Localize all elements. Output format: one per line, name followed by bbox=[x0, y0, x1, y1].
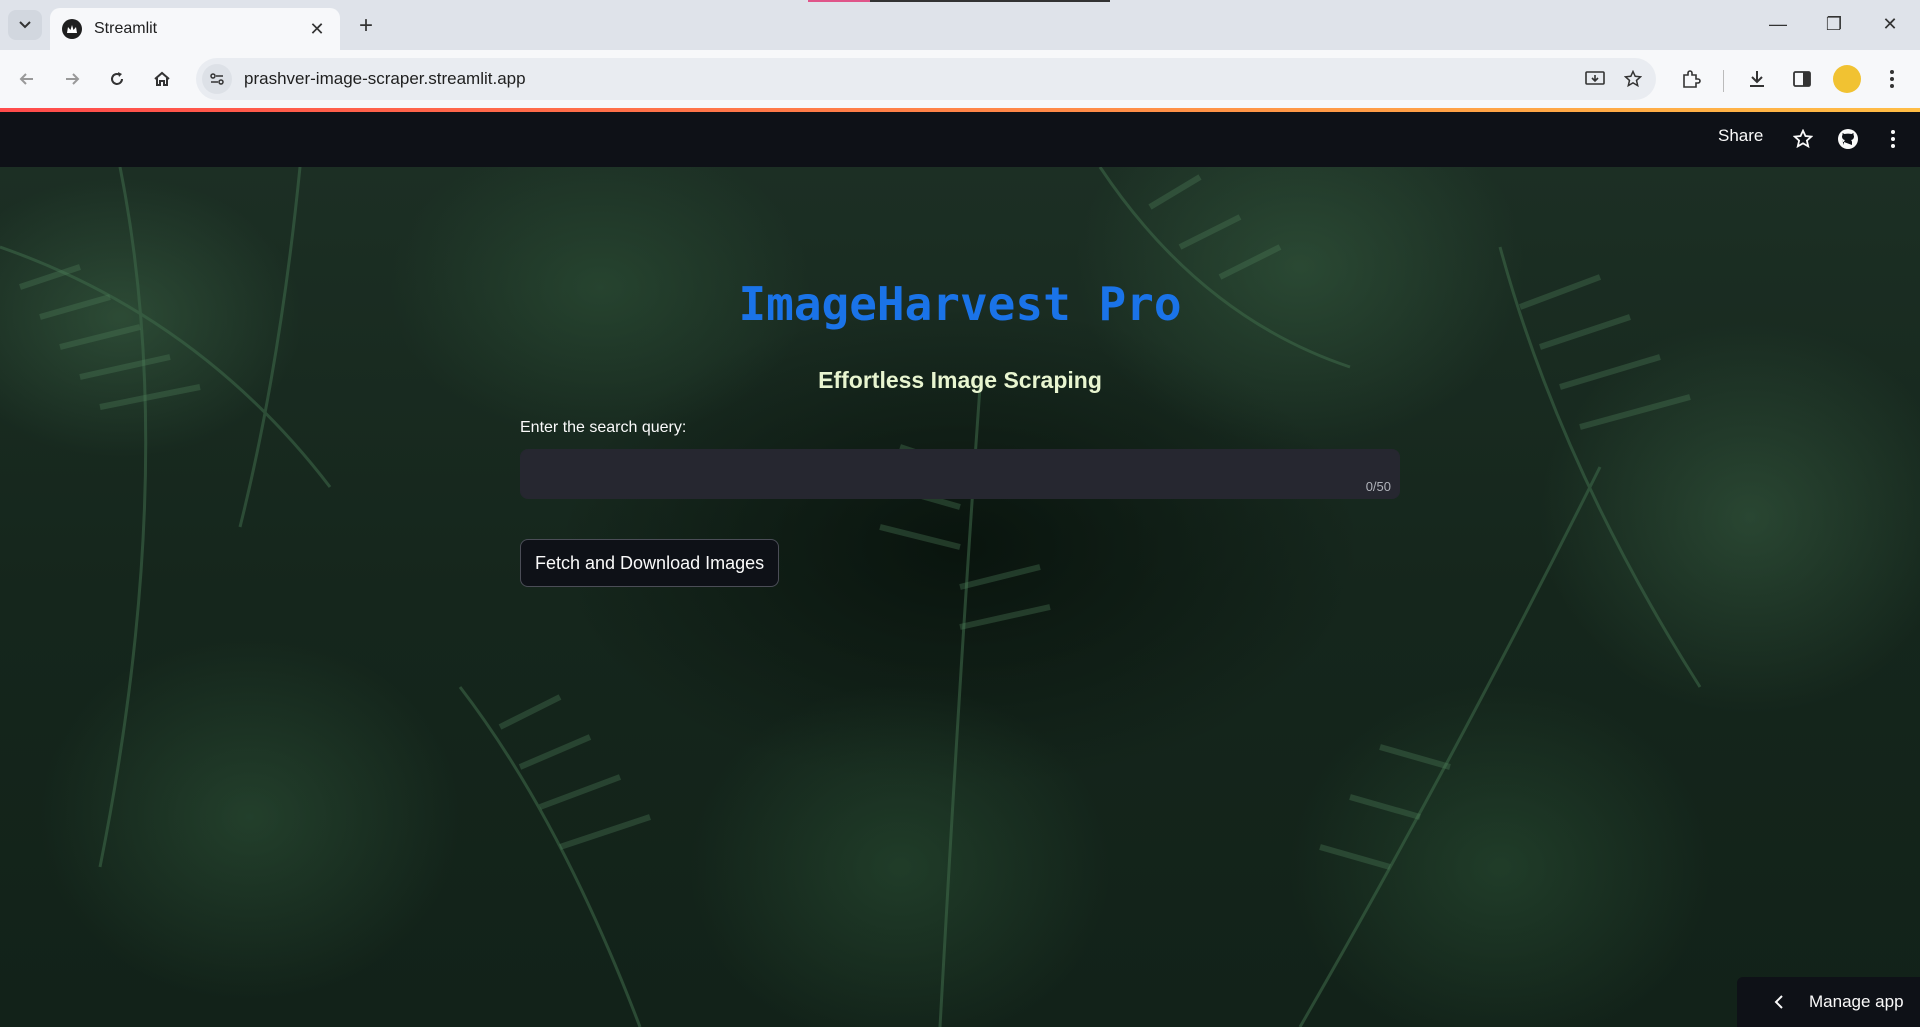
reload-icon bbox=[111, 72, 123, 85]
side-panel-button[interactable] bbox=[1787, 64, 1817, 94]
arrow-left-icon bbox=[19, 73, 33, 85]
share-button[interactable]: Share bbox=[1718, 126, 1763, 146]
fetch-download-button[interactable]: Fetch and Download Images bbox=[520, 539, 780, 587]
restore-button[interactable]: ❐ bbox=[1814, 8, 1854, 40]
app-menu-icon[interactable] bbox=[1880, 126, 1906, 152]
search-query-label: Enter the search query: bbox=[520, 419, 687, 436]
github-icon[interactable] bbox=[1835, 126, 1861, 152]
manage-app-button[interactable]: Manage app bbox=[1737, 977, 1920, 1027]
favorite-star-icon[interactable] bbox=[1790, 126, 1816, 152]
minimize-button[interactable]: — bbox=[1758, 8, 1798, 40]
browser-menu-button[interactable] bbox=[1877, 64, 1907, 94]
kebab-menu-icon bbox=[1890, 70, 1894, 88]
page-subtitle: Effortless Image Scraping bbox=[818, 367, 1102, 393]
browser-tabstrip: Streamlit ✕ + — ❐ ✕ bbox=[0, 0, 1920, 50]
character-counter: 0/50 bbox=[1365, 479, 1391, 494]
site-info-icon[interactable] bbox=[202, 64, 232, 94]
chevron-left-icon bbox=[1769, 992, 1789, 1012]
download-icon bbox=[1750, 71, 1764, 87]
puzzle-icon bbox=[1683, 70, 1701, 88]
tab-loading-indicator bbox=[808, 0, 1110, 2]
url-text[interactable]: prashver-image-scraper.streamlit.app bbox=[244, 69, 1580, 89]
streamlit-favicon-icon bbox=[62, 19, 82, 39]
app-header: Share bbox=[0, 112, 1920, 167]
browser-tab[interactable]: Streamlit ✕ bbox=[50, 8, 340, 50]
install-app-icon[interactable] bbox=[1580, 64, 1610, 94]
forward-button[interactable] bbox=[57, 64, 87, 94]
extensions-button[interactable] bbox=[1676, 64, 1706, 94]
reload-button[interactable] bbox=[102, 64, 132, 94]
address-bar[interactable]: prashver-image-scraper.streamlit.app bbox=[196, 58, 1656, 100]
manage-app-label: Manage app bbox=[1809, 992, 1904, 1011]
browser-toolbar: prashver-image-scraper.streamlit.app bbox=[0, 50, 1920, 108]
bookmark-star-icon[interactable] bbox=[1618, 64, 1648, 94]
tab-title: Streamlit bbox=[94, 20, 158, 37]
search-query-input[interactable]: 0/50 bbox=[520, 449, 1400, 499]
back-button[interactable] bbox=[12, 64, 42, 94]
profile-avatar[interactable] bbox=[1833, 65, 1861, 93]
tab-search-button[interactable] bbox=[8, 10, 42, 40]
home-button[interactable] bbox=[147, 64, 177, 94]
close-window-button[interactable]: ✕ bbox=[1870, 8, 1910, 40]
new-tab-button[interactable]: + bbox=[352, 12, 380, 40]
chevron-down-icon bbox=[19, 21, 31, 29]
tab-close-icon[interactable]: ✕ bbox=[306, 18, 328, 40]
toolbar-divider bbox=[1723, 70, 1724, 92]
downloads-button[interactable] bbox=[1742, 64, 1772, 94]
home-icon bbox=[154, 71, 170, 86]
arrow-right-icon bbox=[66, 73, 80, 85]
page-title: ImageHarvest Pro bbox=[738, 277, 1182, 331]
side-panel-icon bbox=[1793, 71, 1811, 87]
